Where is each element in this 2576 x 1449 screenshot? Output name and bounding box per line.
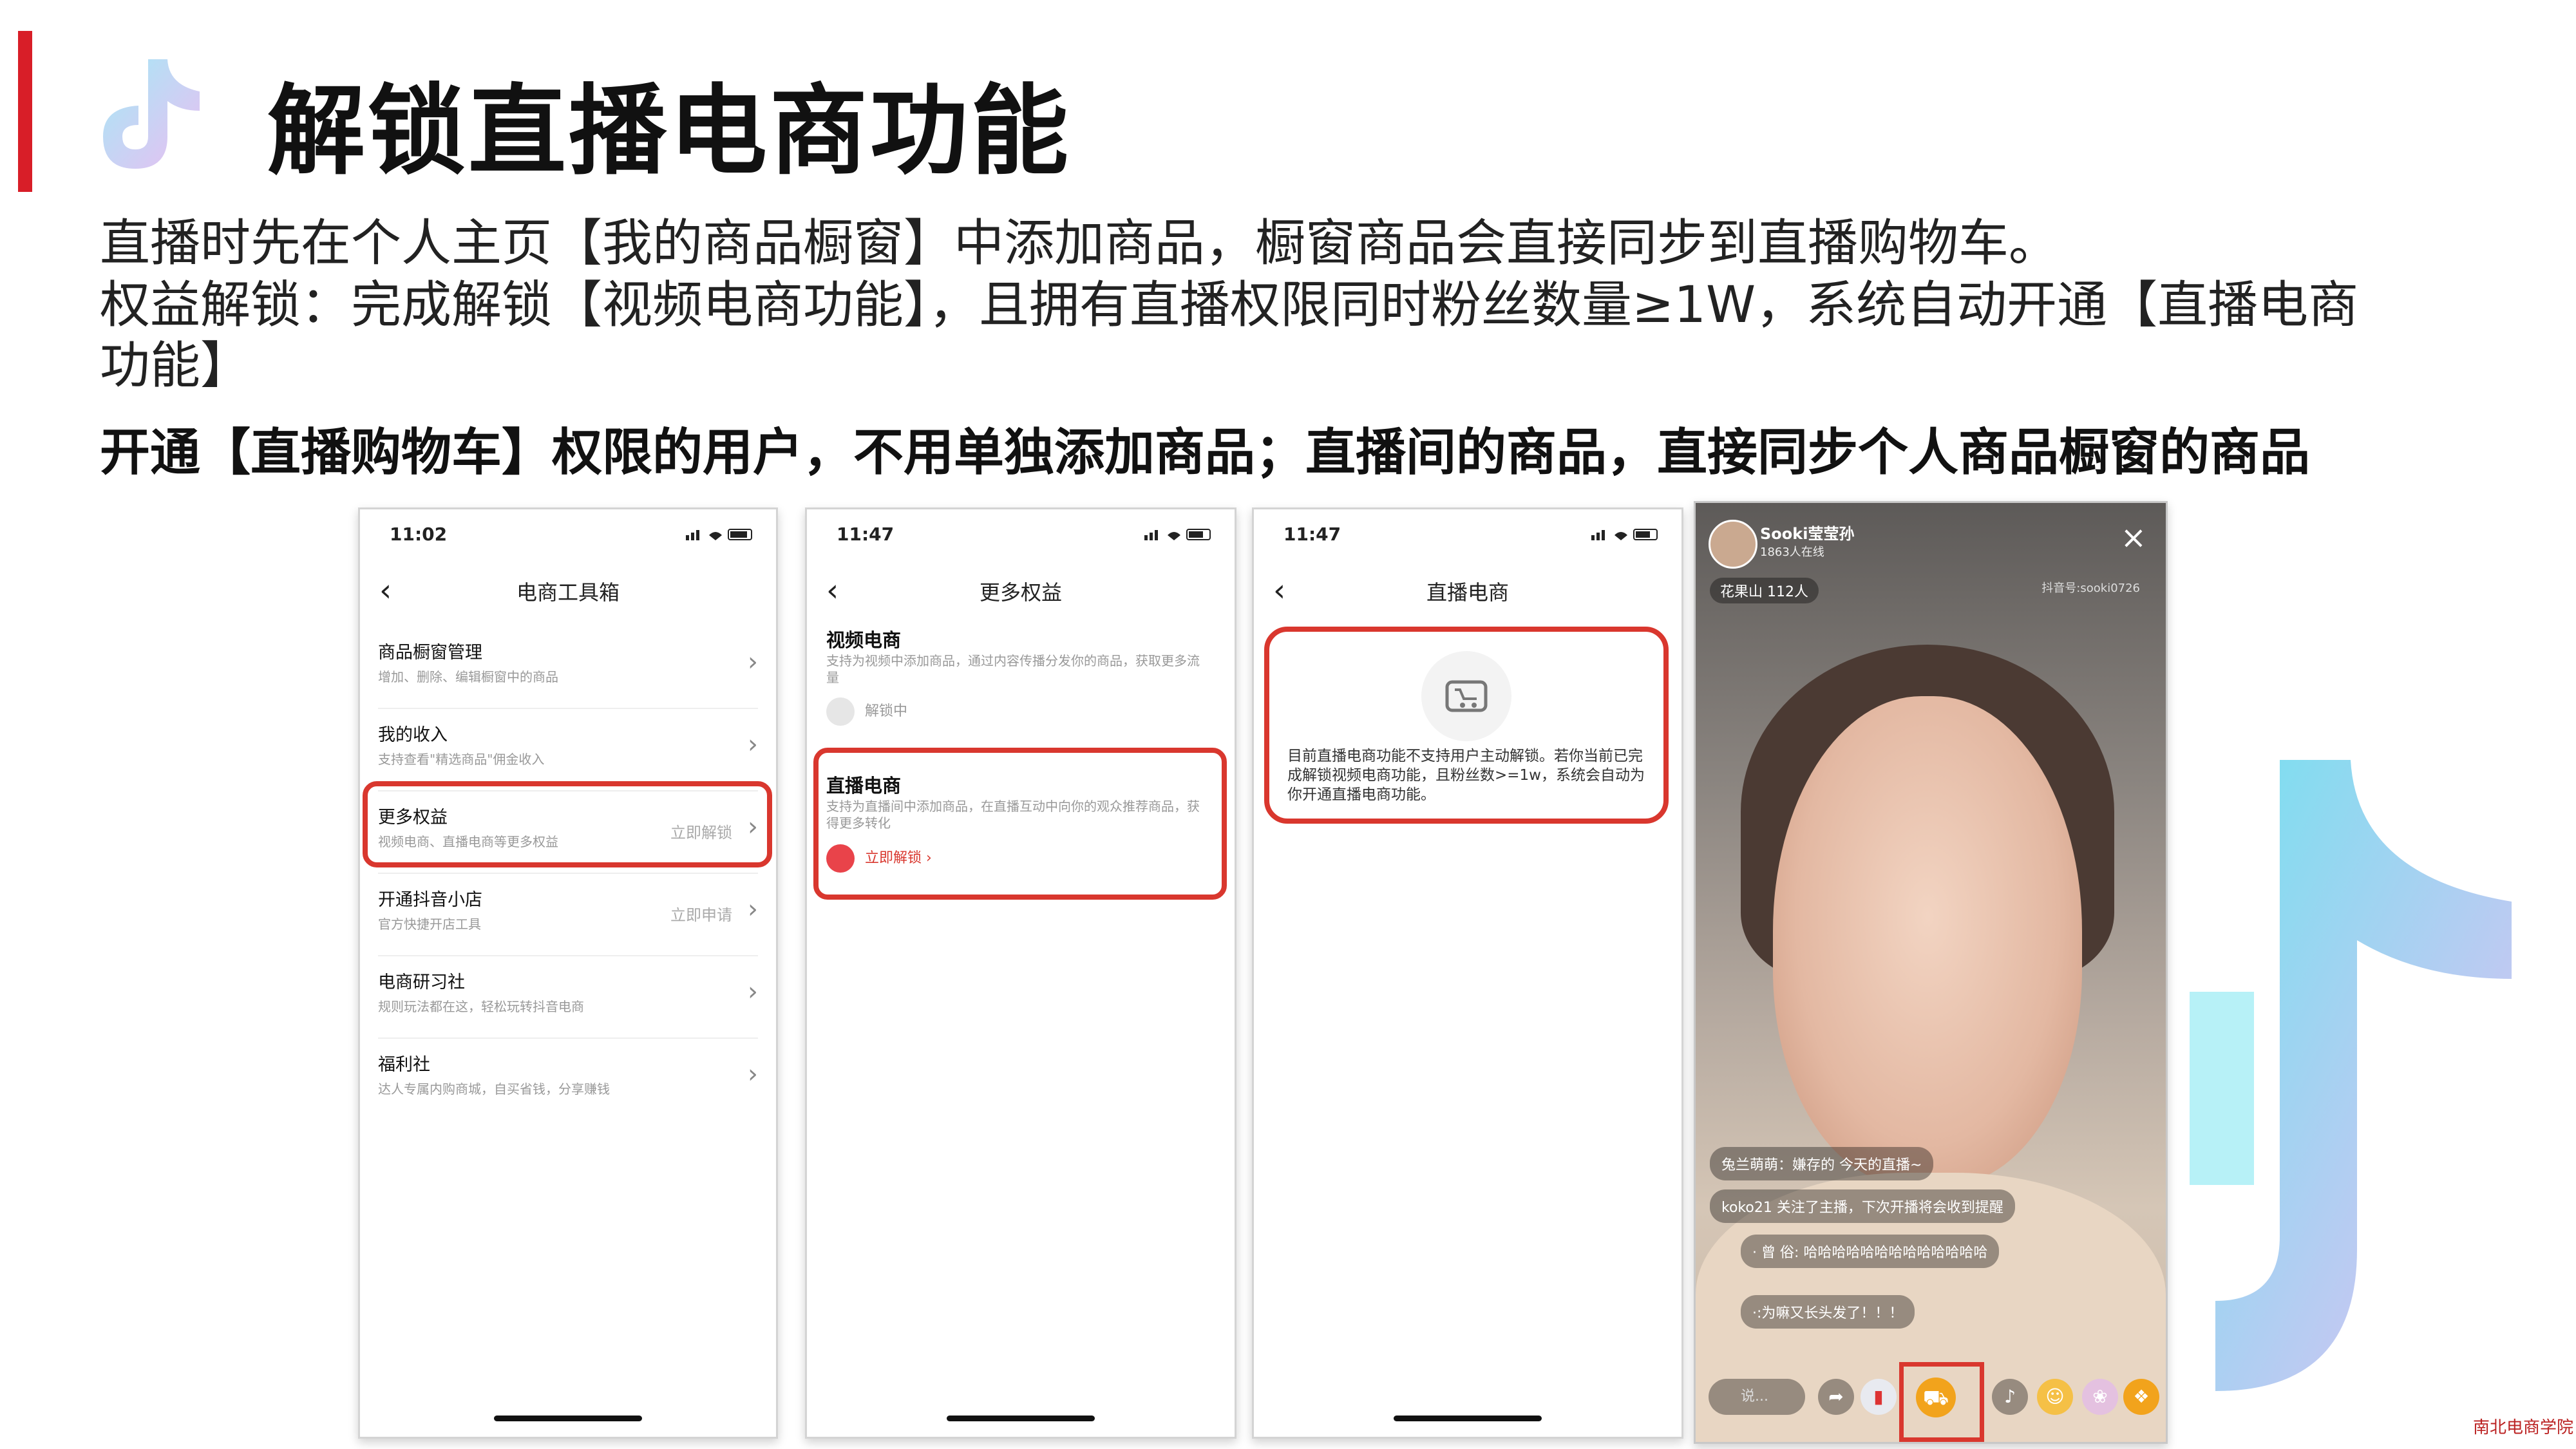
chevron-right-icon: › bbox=[748, 730, 758, 759]
status-time: 11:47 bbox=[837, 524, 895, 545]
menu-item-sub: 增加、删除、编辑橱窗中的商品 bbox=[378, 669, 558, 685]
account-id: 抖音号:sooki0726 bbox=[2041, 582, 2140, 595]
intro-line-1: 直播时先在个人主页【我的商品橱窗】中添加商品，橱窗商品会直接同步到直播购物车。 bbox=[100, 214, 2060, 272]
chevron-right-icon: › bbox=[748, 1059, 758, 1089]
shopping-cart-icon[interactable]: ⛟ bbox=[1916, 1378, 1956, 1417]
chat-message: koko21 关注了主播，下次开播将会收到提醒 bbox=[1710, 1189, 2015, 1223]
status-icons bbox=[1591, 529, 1658, 540]
menu-item-title: 福利社 bbox=[378, 1055, 430, 1075]
chevron-right-icon: › bbox=[748, 647, 758, 677]
home-indicator bbox=[494, 1416, 642, 1421]
video-commerce-title: 视频电商 bbox=[826, 629, 902, 651]
title-accent-bar bbox=[18, 31, 32, 192]
status-icons bbox=[686, 529, 752, 540]
lock-icon bbox=[826, 697, 855, 726]
phone-ecommerce-toolbox: 11:02 ‹ 电商工具箱 商品橱窗管理 增加、删除、编辑橱窗中的商品 › 我的… bbox=[358, 507, 778, 1439]
video-commerce-desc: 支持为视频中添加商品，通过内容传播分发你的商品，获取更多流量 bbox=[826, 653, 1200, 685]
more-gift-icon[interactable]: ❖ bbox=[2123, 1379, 2159, 1415]
decorative-tiktok-shape bbox=[2190, 760, 2512, 1391]
video-commerce-status: 解锁中 bbox=[826, 697, 907, 726]
phone-live-stream: Sooki莹莹孙 1863人在线 × 花果山 112人 抖音号:sooki072… bbox=[1694, 501, 2168, 1444]
avatar[interactable] bbox=[1709, 520, 1757, 569]
notice-text: 目前直播电商功能不支持用户主动解锁。若你当前已完成解锁视频电商功能，且粉丝数>=… bbox=[1287, 748, 1645, 803]
menu-item-title: 我的收入 bbox=[378, 725, 448, 745]
nav-bar: ‹ 更多权益 bbox=[807, 567, 1235, 612]
status-icons bbox=[1144, 529, 1211, 540]
menu-item-academy[interactable]: 电商研习社 规则玩法都在这，轻松玩转抖音电商 › bbox=[378, 955, 758, 1039]
phone-live-commerce: 11:47 ‹ 直播电商 目前直播电商功能不支持用户主动解锁。若你当前已完成解锁… bbox=[1252, 507, 1683, 1439]
streamer-name: Sooki莹莹孙 bbox=[1760, 525, 1855, 543]
chat-message: · 曾 俗: 哈哈哈哈哈哈哈哈哈哈哈哈哈 bbox=[1741, 1235, 2000, 1268]
sticker-icon[interactable]: ❀ bbox=[2082, 1379, 2118, 1415]
intro-line-2: 权益解锁：完成解锁【视频电商功能】，且拥有直播权限同时粉丝数量≥1W，系统自动开… bbox=[100, 276, 2359, 334]
live-commerce-icon bbox=[1421, 651, 1511, 741]
status-text: 解锁中 bbox=[865, 703, 908, 719]
menu-item-title: 电商研习社 bbox=[378, 972, 465, 992]
emphasis-line: 开通【直播购物车】权限的用户，不用单独添加商品；直播间的商品，直接同步个人商品橱… bbox=[100, 424, 2311, 482]
chat-message: 兔兰萌萌：嫌存的 今天的直播~ bbox=[1710, 1147, 1934, 1180]
menu-item-sub: 支持查看"精选商品"佣金收入 bbox=[378, 752, 545, 767]
menu-item-open-store[interactable]: 开通抖音小店 官方快捷开店工具 立即申请 › bbox=[378, 873, 758, 956]
nav-bar: ‹ 直播电商 bbox=[1254, 567, 1681, 612]
emoji-icon[interactable]: ☺ bbox=[2037, 1379, 2073, 1415]
home-indicator bbox=[947, 1416, 1095, 1421]
highlight-box bbox=[363, 781, 772, 867]
comment-input[interactable]: 说... bbox=[1709, 1379, 1805, 1415]
menu-item-welfare[interactable]: 福利社 达人专属内购商城，自买省钱，分享赚钱 › bbox=[378, 1037, 758, 1120]
notice-box: 目前直播电商功能不支持用户主动解锁。若你当前已完成解锁视频电商功能，且粉丝数>=… bbox=[1264, 627, 1669, 824]
menu-item-sub: 官方快捷开店工具 bbox=[378, 916, 481, 932]
menu-item-sub: 规则玩法都在这，轻松玩转抖音电商 bbox=[378, 999, 584, 1014]
menu-item-title: 开通抖音小店 bbox=[378, 890, 482, 910]
tiktok-logo-icon bbox=[103, 59, 200, 169]
viewer-count: 1863人在线 bbox=[1760, 545, 1824, 559]
home-indicator bbox=[1394, 1416, 1542, 1421]
phone-more-benefits: 11:47 ‹ 更多权益 视频电商 支持为视频中添加商品，通过内容传播分发你的商… bbox=[805, 507, 1236, 1439]
chat-message: ·:为嘛又长头发了！！！ bbox=[1741, 1295, 1915, 1329]
fan-club-tag[interactable]: 花果山 112人 bbox=[1710, 578, 1819, 603]
menu-item-sub: 达人专属内购商城，自买省钱，分享赚钱 bbox=[378, 1081, 610, 1097]
brand-watermark: 南北电商学院 bbox=[2473, 1418, 2574, 1437]
nav-title: 电商工具箱 bbox=[516, 580, 620, 605]
menu-item-title: 商品橱窗管理 bbox=[378, 643, 482, 663]
menu-item-income[interactable]: 我的收入 支持查看"精选商品"佣金收入 › bbox=[378, 708, 758, 791]
nav-title: 直播电商 bbox=[1426, 580, 1509, 605]
intro-line-3: 功能】 bbox=[100, 337, 251, 395]
share-icon[interactable]: ➦ bbox=[1818, 1379, 1854, 1415]
page-title: 解锁直播电商功能 bbox=[267, 74, 1071, 188]
chevron-right-icon: › bbox=[748, 895, 758, 924]
menu-item-showcase[interactable]: 商品橱窗管理 增加、删除、编辑橱窗中的商品 › bbox=[378, 625, 758, 709]
tiktok-icon[interactable]: ♪ bbox=[1992, 1379, 2028, 1415]
gift-icon[interactable]: ▮ bbox=[1861, 1379, 1897, 1415]
live-bottom-bar: 说... ➦ ▮ ⛟ ♪ ☺ ❀ ❖ bbox=[1696, 1362, 2166, 1442]
streamer-face bbox=[1773, 696, 2082, 1186]
close-icon[interactable]: × bbox=[2121, 520, 2146, 556]
highlight-box bbox=[813, 748, 1227, 900]
menu-item-action: 立即申请 bbox=[670, 906, 732, 924]
chevron-right-icon: › bbox=[748, 977, 758, 1007]
status-time: 11:02 bbox=[390, 524, 448, 545]
nav-bar: ‹ 电商工具箱 bbox=[360, 567, 776, 612]
nav-title: 更多权益 bbox=[979, 580, 1062, 605]
status-time: 11:47 bbox=[1283, 524, 1341, 545]
